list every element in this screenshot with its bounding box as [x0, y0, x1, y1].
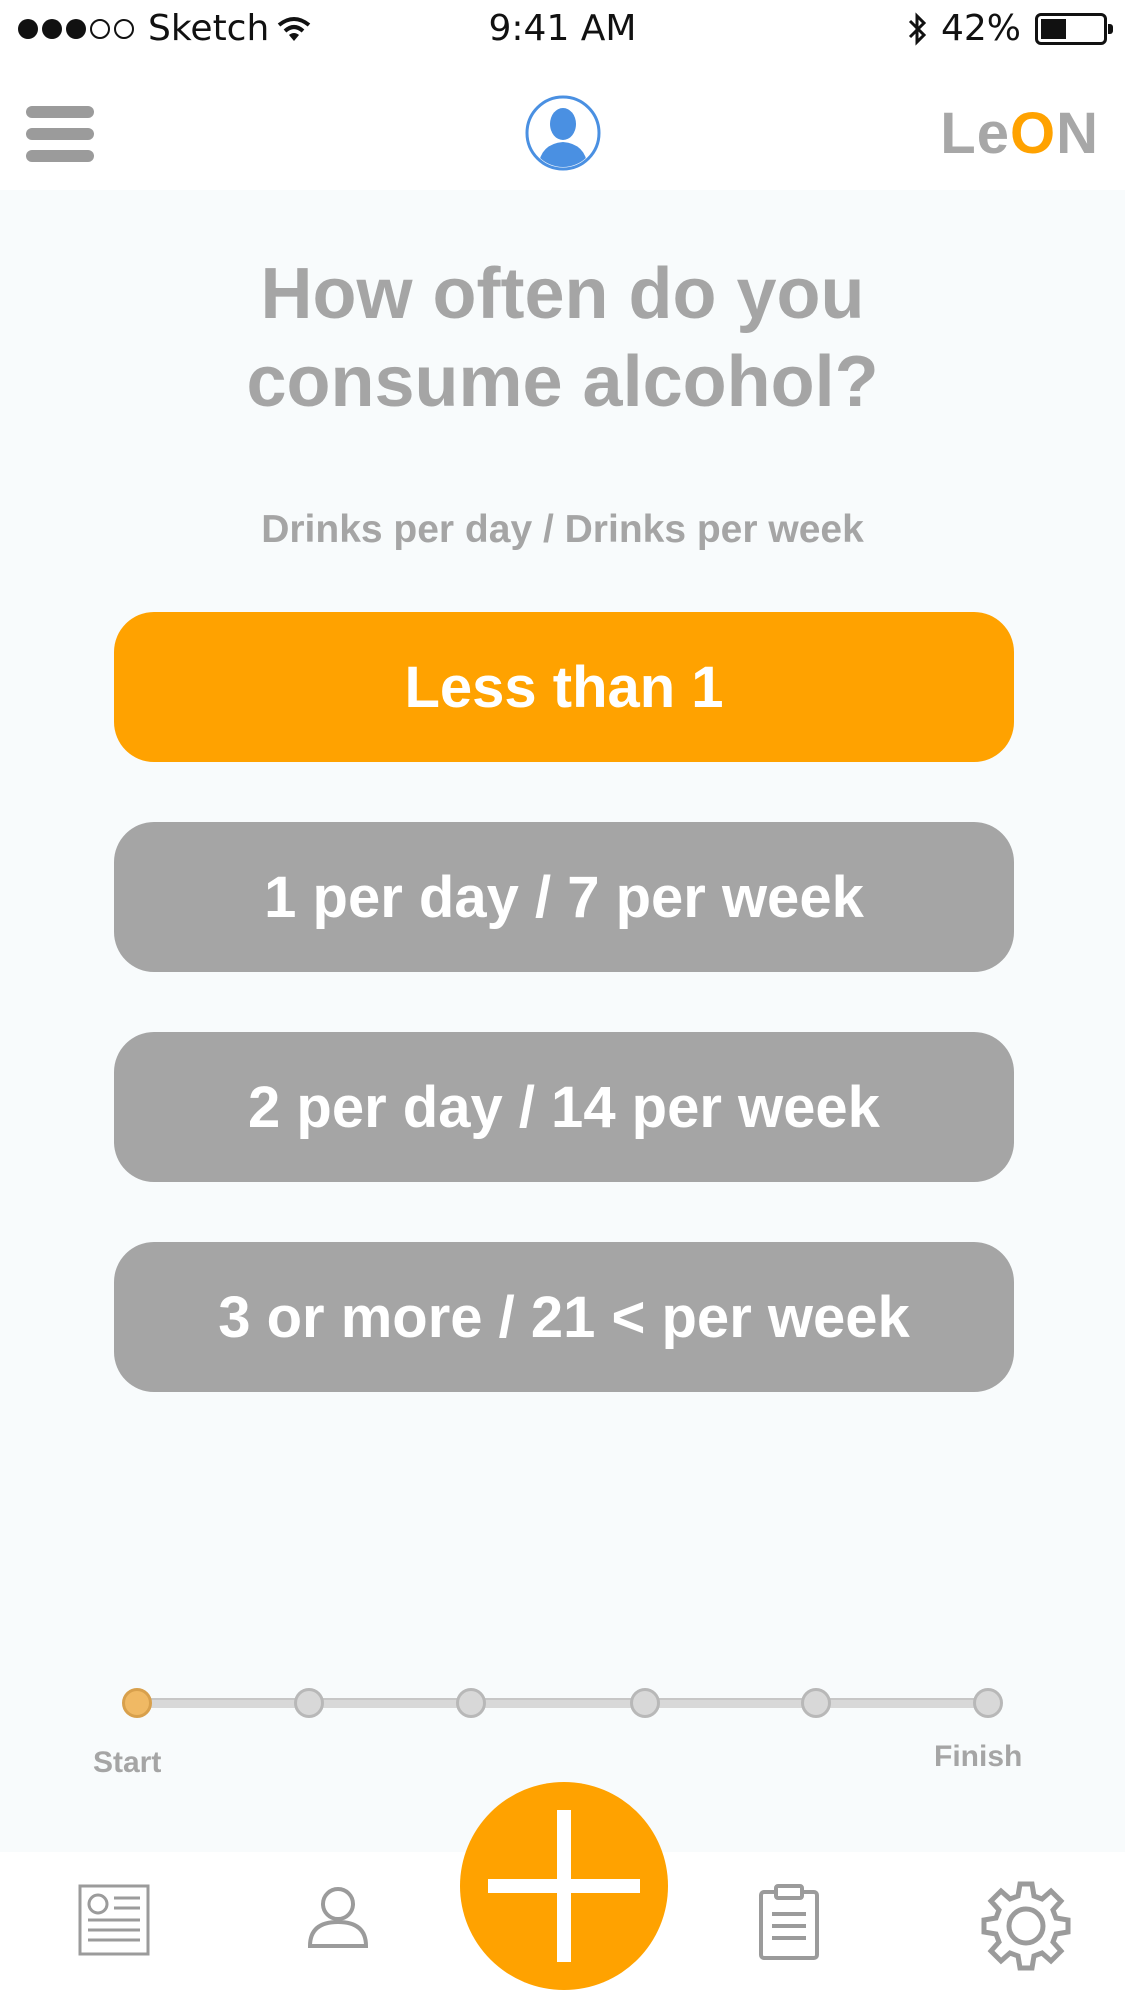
progress-step [122, 1688, 152, 1718]
news-icon[interactable] [78, 1884, 150, 1956]
settings-gear-icon[interactable] [978, 1878, 1074, 1974]
question-title: How often do you consume alcohol? [246, 254, 879, 422]
progress-track [138, 1698, 988, 1708]
progress-step [456, 1688, 486, 1718]
option-3-or-more-button[interactable]: 3 or more / 21 < per week [114, 1242, 1014, 1392]
hamburger-menu-icon[interactable] [26, 106, 94, 162]
progress-step [973, 1688, 1003, 1718]
option-less-than-1-button[interactable]: Less than 1 [114, 612, 1014, 762]
app-header: LeON [0, 60, 1125, 190]
progress-step [801, 1688, 831, 1718]
progress-step [630, 1688, 660, 1718]
clipboard-icon[interactable] [758, 1884, 820, 1960]
option-1-per-day-button[interactable]: 1 per day / 7 per week [114, 822, 1014, 972]
brand-logo: LeON [940, 101, 1099, 166]
user-avatar-icon[interactable] [524, 94, 602, 172]
bluetooth-icon [908, 11, 927, 46]
progress-start-label: Start [93, 1746, 162, 1779]
question-subtitle: Drinks per day / Drinks per week [261, 508, 864, 551]
battery-percent: 42% [940, 8, 1021, 49]
alcohol-question-screen: Sketch 9:41 AM 42% LeON How often do you… [0, 0, 1125, 2001]
status-bar: Sketch 9:41 AM 42% [0, 0, 1125, 60]
add-button[interactable] [460, 1782, 668, 1990]
battery-icon [1035, 12, 1113, 45]
progress-finish-label: Finish [934, 1740, 1023, 1773]
option-2-per-day-button[interactable]: 2 per day / 14 per week [114, 1032, 1014, 1182]
progress-step [294, 1688, 324, 1718]
profile-icon[interactable] [306, 1884, 370, 1950]
